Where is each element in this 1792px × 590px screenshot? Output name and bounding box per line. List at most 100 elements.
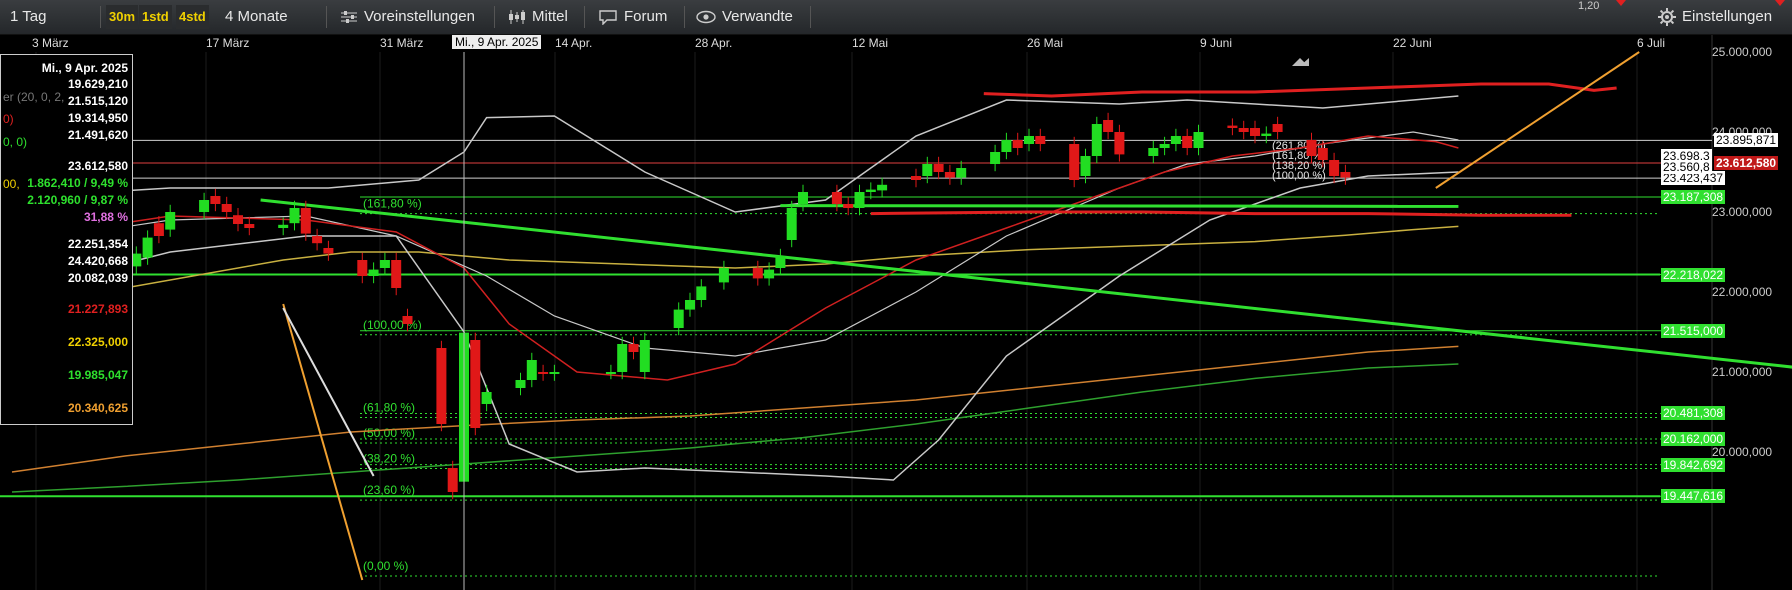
toolbar: 1 Tag 30m 1std 4std 4 Monate Voreinstell… <box>0 0 1792 35</box>
infobox-value: 20.340,625 <box>67 401 128 415</box>
price-level-tag: 20.481,308 <box>1661 406 1726 421</box>
toolbar-separator <box>684 6 685 28</box>
gear-icon <box>1658 8 1676 27</box>
crosshair-date-label: Mi., 9 Apr. 2025 <box>452 35 542 49</box>
price-tick-label: 25.000,000 <box>1712 45 1773 59</box>
interval-1std-button[interactable]: 1std <box>139 5 172 29</box>
candle-body <box>436 348 447 424</box>
top-value: 1,20 <box>1578 0 1600 12</box>
forum-button[interactable]: Forum <box>598 5 667 29</box>
range-selector[interactable]: 4 Monate <box>225 5 288 29</box>
candle-body <box>628 344 639 352</box>
presets-button[interactable]: Voreinstellungen <box>340 5 475 29</box>
candle-body <box>1012 140 1023 148</box>
trendline <box>1435 51 1640 189</box>
candle-body <box>1306 140 1317 156</box>
candle-body <box>831 192 842 204</box>
infobox-value: 21.491,620 <box>67 128 128 142</box>
date-label: 9 Juni <box>1200 36 1233 50</box>
price-level-tag: 23.560,8 <box>1661 160 1712 175</box>
sliders-icon <box>341 11 357 24</box>
presets-label: Voreinstellungen <box>364 8 475 25</box>
candle-body <box>233 215 243 224</box>
date-axis: 3 März 17 März 31 März 14 Apr. 28 Apr. 1… <box>0 34 1710 52</box>
candle-body <box>1182 136 1193 148</box>
candle-body <box>289 208 300 224</box>
infobox-value: 19.629,210 <box>67 77 128 91</box>
candle-body <box>1193 132 1204 148</box>
candle-body <box>538 372 549 374</box>
infobox-value: 21.515,120 <box>67 94 128 108</box>
candle-body <box>1091 124 1102 156</box>
candle-body <box>278 224 289 228</box>
date-label: 12 Mai <box>852 36 889 50</box>
candle-body <box>1159 144 1170 148</box>
candle-body <box>718 268 729 283</box>
interval-4std-button[interactable]: 4std <box>176 5 209 29</box>
candle-body <box>312 236 323 244</box>
candle-body <box>605 372 616 374</box>
fib-label: (100,00 %) <box>363 318 422 332</box>
related-label: Verwandte <box>722 8 793 25</box>
price-level-tag: 23.187,308 <box>1661 190 1726 204</box>
fib-label: (161,80 %) <box>363 197 422 211</box>
settings-button[interactable]: Einstellungen <box>1658 5 1772 29</box>
price-level-tag: 19.447,616 <box>1661 489 1726 504</box>
candle-body <box>933 164 944 172</box>
infobox-value: 1.862,410 / 9,49 % <box>27 176 128 190</box>
interval-30m-button[interactable]: 30m <box>106 5 139 29</box>
infobox-value: 20.082,039 <box>67 271 128 285</box>
related-button[interactable]: Verwandte <box>696 5 793 29</box>
candle-body <box>685 300 695 310</box>
period-selector[interactable]: 1 Tag <box>10 5 46 29</box>
candle-body <box>798 192 808 204</box>
trendline <box>282 307 375 477</box>
candle-body <box>696 286 707 300</box>
ema20-line <box>11 135 1459 381</box>
candle-body <box>549 372 560 374</box>
candle-body <box>210 196 221 204</box>
trendline <box>780 204 1459 208</box>
candle-body <box>617 344 628 372</box>
fib-label: (100,00 %) <box>1272 170 1326 182</box>
fib-label: (0,00 %) <box>363 559 408 573</box>
candle-body <box>391 260 402 288</box>
candle-body <box>1227 125 1238 128</box>
candle-body <box>481 392 492 404</box>
infobox-value: 19.314,950 <box>67 111 128 125</box>
trendline <box>260 198 1792 369</box>
price-chart[interactable]: (161,80 %)(100,00 %)(61,80 %)(50,00 %)(3… <box>0 0 1792 590</box>
indicator-fragment: 0) <box>3 112 14 126</box>
candle-body <box>244 224 255 228</box>
trendline <box>282 303 364 581</box>
indicator-fragment: er (20, 0, 2, <box>3 90 65 104</box>
candle-body <box>515 380 526 388</box>
candle-body <box>854 192 865 208</box>
candle-body <box>1261 133 1272 136</box>
candles-icon <box>509 10 525 25</box>
data-window: Mi., 9 Apr. 2025 19.629,210 21.515,120 19.… <box>0 54 133 425</box>
candle-body <box>323 248 334 254</box>
toolbar-separator <box>584 6 585 28</box>
candle-body <box>786 208 797 240</box>
candle-body <box>1250 128 1260 136</box>
indicator-fragment: 00, <box>3 177 20 191</box>
candle-body <box>1103 120 1114 132</box>
date-label: 14 Apr. <box>555 36 593 50</box>
indicator-fragment: 0, 0) <box>3 135 28 149</box>
candle-body <box>402 316 413 324</box>
eye-icon <box>696 10 716 24</box>
candle-body <box>1329 160 1340 176</box>
speech-bubble-icon <box>599 10 617 26</box>
date-label: 22 Juni <box>1393 36 1432 50</box>
candle-body <box>165 212 176 230</box>
average-label: Mittel <box>532 8 568 25</box>
price-level-tag: 19.842,692 <box>1661 457 1726 472</box>
price-level-tag: 20.162,000 <box>1661 432 1726 447</box>
date-label: 3 März <box>32 36 69 50</box>
average-button[interactable]: Mittel <box>508 5 568 29</box>
sma50-line <box>11 225 1459 309</box>
date-label: 6 Juli <box>1637 36 1666 50</box>
candle-body <box>673 309 684 328</box>
infobox-value: 22.251,354 <box>67 237 128 251</box>
